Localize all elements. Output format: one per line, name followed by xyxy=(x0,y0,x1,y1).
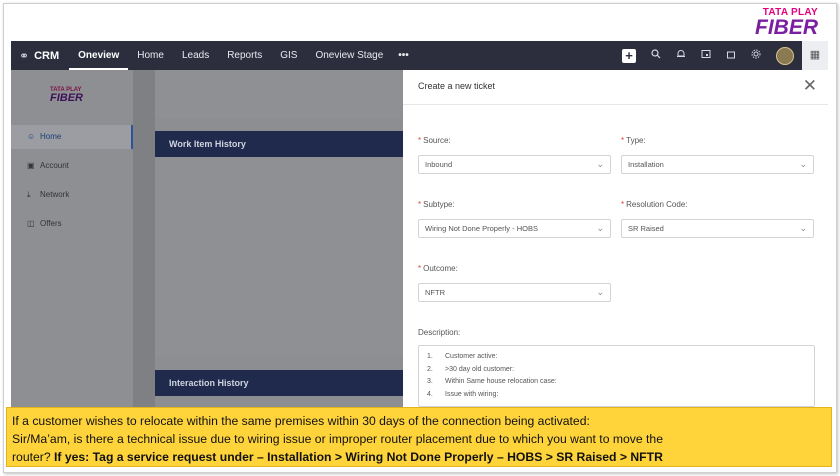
list-item: 2. >30 day old customer: xyxy=(427,365,515,373)
list-item: 4. Issue with wiring: xyxy=(427,390,499,398)
sidebar-gutter xyxy=(133,70,155,407)
top-card xyxy=(155,70,403,118)
sidebar-item-network[interactable]: ⤓ Network xyxy=(11,183,133,207)
source-value: Inbound xyxy=(425,160,453,169)
close-icon[interactable]: ✕ xyxy=(803,76,817,96)
store-icon[interactable] xyxy=(718,49,743,62)
subtype-label: * Subtype: xyxy=(418,200,455,209)
sidebar-logo-line2: FIBER xyxy=(50,92,83,104)
type-label-text: Type: xyxy=(626,136,646,145)
resolution-code-select[interactable]: SR Raised ⌄ xyxy=(621,219,814,238)
sidebar-item-label: Network xyxy=(40,190,70,199)
nav-gis[interactable]: GIS xyxy=(271,41,306,70)
dialog-title: Create a new ticket xyxy=(418,81,496,91)
source-label-text: Source: xyxy=(423,136,451,145)
work-item-history-header[interactable]: Work Item History xyxy=(155,131,403,157)
subtype-select[interactable]: Wiring Not Done Properly - HOBS ⌄ xyxy=(418,219,611,238)
outcome-label-text: Outcome: xyxy=(423,264,458,273)
sidebar-item-home[interactable]: ☺ Home xyxy=(11,125,133,149)
note-line1: If a customer wishes to relocate within … xyxy=(12,414,590,428)
crm-logo-icon: ⚭ xyxy=(19,48,30,63)
nav-more-button[interactable]: ••• xyxy=(392,50,415,61)
dialog-divider xyxy=(403,104,828,105)
sidebar-logo: TATA PLAY FIBER xyxy=(50,87,83,104)
tata-play-fiber-logo: TATA PLAY FIBER xyxy=(755,8,818,39)
note-line2: Sir/Ma’am, is there a technical issue du… xyxy=(12,432,663,446)
app-name: CRM xyxy=(34,49,60,62)
type-value: Installation xyxy=(628,160,664,169)
instruction-note: If a customer wishes to relocate within … xyxy=(6,407,832,467)
gear-icon[interactable] xyxy=(743,49,768,62)
interaction-history-header[interactable]: Interaction History xyxy=(155,370,403,396)
chevron-down-icon: ⌄ xyxy=(799,223,807,233)
outcome-select[interactable]: NFTR ⌄ xyxy=(418,283,611,302)
chevron-down-icon: ⌄ xyxy=(596,223,604,233)
note-line3-plain: router? xyxy=(12,450,55,464)
list-item: 3. Within Same house relocation case: xyxy=(427,378,557,385)
subtype-label-text: Subtype: xyxy=(423,200,455,209)
create-ticket-dialog: Create a new ticket ✕ * Source: Inbound ⌄ … xyxy=(403,70,828,407)
sidebar-item-account[interactable]: ▣ Account xyxy=(11,154,133,178)
type-select[interactable]: Installation ⌄ xyxy=(621,155,814,174)
work-item-history-body xyxy=(155,157,403,357)
crm-app-switcher[interactable]: ⚭ CRM xyxy=(11,49,59,63)
description-label: Description: xyxy=(418,328,461,337)
logo-line2: FIBER xyxy=(755,16,818,39)
sidebar-item-offers[interactable]: ◫ Offers xyxy=(11,212,133,236)
nav-oneview-stage[interactable]: Oneview Stage xyxy=(306,41,392,70)
bell-icon[interactable] xyxy=(668,49,693,62)
list-item: 1. Customer active: xyxy=(427,353,498,360)
sidebar: TATA PLAY FIBER ☺ Home ▣ Account ⤓ Network … xyxy=(11,70,133,407)
gift-icon: ◫ xyxy=(27,219,35,228)
nav-leads[interactable]: Leads xyxy=(173,41,218,70)
note-line3-bold: If yes: Tag a service request under – In… xyxy=(54,450,663,464)
subtype-value: Wiring Not Done Properly - HOBS xyxy=(425,224,538,233)
sidebar-item-label: Home xyxy=(40,132,62,141)
resolution-label-text: Resolution Code: xyxy=(626,200,688,209)
download-icon: ⤓ xyxy=(27,190,31,199)
source-select[interactable]: Inbound ⌄ xyxy=(418,155,611,174)
description-textarea[interactable]: 1. Customer active: 2. >30 day old custome… xyxy=(418,345,815,407)
chevron-down-icon: ⌄ xyxy=(596,159,604,169)
calendar-icon[interactable] xyxy=(693,49,718,62)
chevron-down-icon: ⌄ xyxy=(799,159,807,169)
apps-grid-icon[interactable]: ▦ xyxy=(802,41,828,70)
avatar[interactable] xyxy=(776,46,794,65)
description-list: 1. Customer active: 2. >30 day old custome… xyxy=(419,346,814,401)
source-label: * Source: xyxy=(418,136,451,145)
sidebar-item-label: Account xyxy=(40,161,69,170)
outcome-label: * Outcome: xyxy=(418,264,458,273)
search-icon[interactable] xyxy=(643,49,668,62)
chevron-down-icon: ⌄ xyxy=(596,287,604,297)
nav-oneview[interactable]: Oneview xyxy=(69,41,129,70)
outcome-value: NFTR xyxy=(425,288,445,297)
nav-home[interactable]: Home xyxy=(128,41,173,70)
top-right-tools: + ▦ xyxy=(615,41,828,70)
person-icon: ☺ xyxy=(27,132,36,141)
note-line3: router? If yes: Tag a service request un… xyxy=(12,448,826,466)
resolution-code-label: * Resolution Code: xyxy=(621,200,688,209)
type-label: * Type: xyxy=(621,136,646,145)
sidebar-item-label: Offers xyxy=(40,219,62,228)
nav-reports[interactable]: Reports xyxy=(218,41,271,70)
account-icon: ▣ xyxy=(27,161,35,170)
resolution-value: SR Raised xyxy=(628,224,664,233)
plus-icon[interactable]: + xyxy=(622,48,636,63)
top-nav-bar: ⚭ CRM Oneview Home Leads Reports GIS One… xyxy=(11,41,828,70)
